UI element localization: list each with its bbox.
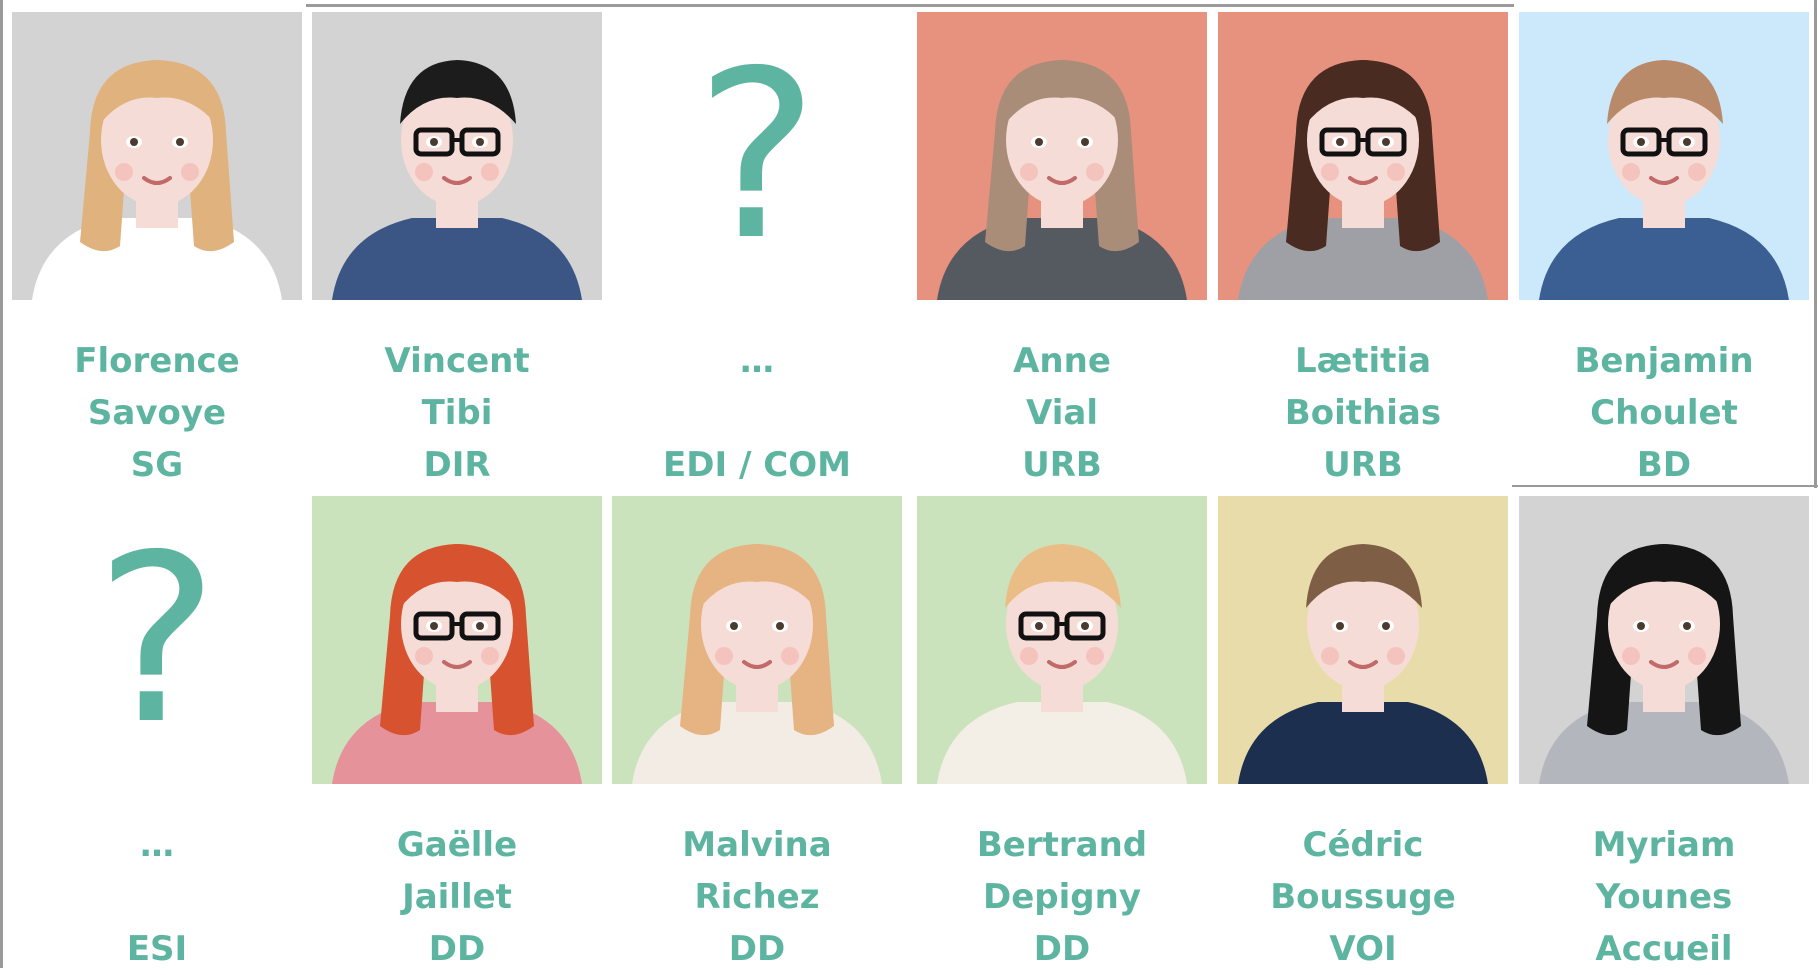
person-avatar (12, 12, 302, 300)
person-label: … ESI (0, 819, 322, 975)
person-avatar (1519, 496, 1809, 784)
person-department: URB (1022, 445, 1102, 485)
question-mark-icon: ? (95, 505, 219, 775)
person-department: DD (728, 929, 786, 969)
person-first-name: Bertrand (976, 825, 1148, 865)
avatar-woman-black-hair (1519, 496, 1809, 784)
avatar-woman-red-hair (312, 496, 602, 784)
person-avatar (1519, 12, 1809, 300)
person-last-name: Savoye (87, 393, 227, 433)
person-avatar (1218, 12, 1508, 300)
person-label: Benjamin Choulet BD (1499, 335, 1818, 491)
person-last-name: Boithias (1284, 393, 1442, 433)
avatar-woman-strawberry-hair (612, 496, 902, 784)
person-first-name: Malvina (682, 825, 832, 865)
person-last-name: Choulet (1590, 393, 1738, 433)
avatar-woman-dark-hair (1218, 12, 1508, 300)
question-mark-icon: ? (695, 21, 819, 291)
person-first-name: Anne (1013, 341, 1111, 381)
person-avatar (1218, 496, 1508, 784)
avatar-woman-blonde (12, 12, 302, 300)
person-label: … EDI / COM (592, 335, 922, 491)
person-first-name: Myriam (1592, 825, 1736, 865)
person-first-name: … (140, 825, 174, 865)
person-first-name: Benjamin (1574, 341, 1754, 381)
person-label: Myriam Younes Accueil (1499, 819, 1818, 975)
person-department: URB (1323, 445, 1403, 485)
person-last-name: Jaillet (402, 877, 512, 917)
person-avatar (312, 496, 602, 784)
person-department: DIR (423, 445, 491, 485)
person-label: Gaëlle Jaillet DD (292, 819, 622, 975)
person-first-name: Gaëlle (396, 825, 518, 865)
person-department: ESI (126, 929, 188, 969)
person-first-name: Florence (74, 341, 240, 381)
person-avatar (917, 12, 1207, 300)
avatar-man-plaid-shirt (1519, 12, 1809, 300)
person-department: EDI / COM (663, 445, 851, 485)
person-first-name: … (740, 341, 774, 381)
person-department: BD (1636, 445, 1692, 485)
avatar-man-jacket (1218, 496, 1508, 784)
person-first-name: Cédric (1302, 825, 1424, 865)
person-last-name: Tibi (421, 393, 493, 433)
person-last-name: Younes (1595, 877, 1733, 917)
person-label: Vincent Tibi DIR (292, 335, 622, 491)
person-department: VOI (1329, 929, 1397, 969)
person-department: SG (130, 445, 184, 485)
person-department: DD (1033, 929, 1091, 969)
person-label: Cédric Boussuge VOI (1198, 819, 1528, 975)
person-last-name: Boussuge (1270, 877, 1456, 917)
person-label: Lætitia Boithias URB (1198, 335, 1528, 491)
person-last-name: Depigny (983, 877, 1141, 917)
person-department: Accueil (1595, 929, 1733, 969)
person-last-name (592, 387, 922, 439)
person-last-name: Richez (694, 877, 820, 917)
avatar-man-scarf (917, 496, 1207, 784)
person-label: Malvina Richez DD (592, 819, 922, 975)
person-label: Florence Savoye SG (0, 335, 322, 491)
person-avatar (612, 496, 902, 784)
person-label: Anne Vial URB (897, 335, 1227, 491)
frame-top-border (306, 4, 1514, 7)
person-last-name (0, 871, 322, 923)
person-avatar (917, 496, 1207, 784)
person-last-name: Vial (1026, 393, 1098, 433)
avatar-man-dark-hair (312, 12, 602, 300)
avatar-woman-long-hair (917, 12, 1207, 300)
person-avatar (312, 12, 602, 300)
person-department: DD (428, 929, 486, 969)
person-first-name: Lætitia (1294, 341, 1432, 381)
person-first-name: Vincent (384, 341, 530, 381)
person-label: Bertrand Depigny DD (897, 819, 1227, 975)
